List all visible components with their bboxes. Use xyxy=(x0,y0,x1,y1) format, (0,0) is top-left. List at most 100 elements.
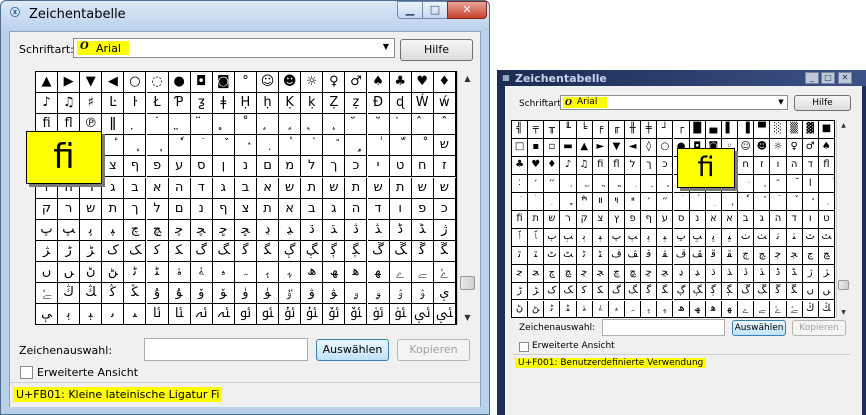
glyph-cell[interactable]: ׳ xyxy=(528,174,545,193)
glyph-cell[interactable]: ﮱ xyxy=(36,283,59,305)
glyph-cell[interactable]: ﮢ xyxy=(124,261,147,283)
glyph-cell[interactable]: Ɖ xyxy=(367,93,390,115)
glyph-cell[interactable]: ḳ xyxy=(301,93,324,115)
glyph-cell[interactable]: ◀ xyxy=(102,72,125,94)
font-dropdown[interactable]: O Arial ▼ xyxy=(560,95,788,110)
glyph-cell[interactable]: ﭖ xyxy=(36,219,59,241)
glyph-cell[interactable]: ﯤ xyxy=(433,283,456,305)
glyph-cell[interactable]: ﮞ xyxy=(802,282,819,301)
glyph-cell[interactable]: ﯟ xyxy=(323,283,346,305)
glyph-cell[interactable]: ▓ xyxy=(802,121,819,139)
glyph-cell[interactable]: ﯩ xyxy=(124,304,147,326)
glyph-cell[interactable]: ﮜ xyxy=(411,240,434,262)
minimize-button[interactable]: ▁ xyxy=(397,1,423,19)
glyph-cell[interactable]: ﮏ xyxy=(124,240,147,262)
glyph-cell[interactable]: ﭠ xyxy=(770,228,787,247)
glyph-cell[interactable]: ﮥ xyxy=(190,261,213,283)
glyph-cell[interactable]: ﮉ xyxy=(411,219,434,241)
glyph-cell[interactable]: ﭙ xyxy=(657,228,674,247)
glyph-cell[interactable]: ״ xyxy=(657,192,674,211)
glyph-cell[interactable]: ־ xyxy=(770,174,787,193)
glyph-cell[interactable]: צ xyxy=(592,210,609,229)
close-button[interactable]: ✕ xyxy=(447,1,487,19)
glyph-cell[interactable]: ﮒ xyxy=(608,282,626,301)
glyph-cell[interactable]: ﬁ xyxy=(592,156,609,175)
glyph-cell[interactable]: ▌ xyxy=(721,121,739,139)
glyph-cell[interactable]: ﮬ xyxy=(345,261,368,283)
glyph-cell[interactable]: ת xyxy=(102,198,125,220)
glyph-cell[interactable]: ▀ xyxy=(754,121,771,139)
glyph-cell[interactable]: ﮋ xyxy=(36,240,59,262)
glyph-cell[interactable]: ש xyxy=(80,198,103,220)
glyph-cell[interactable]: ╙ xyxy=(560,121,577,139)
glyph-cell[interactable]: ♂ xyxy=(345,72,368,94)
glyph-cell[interactable]: ﯣ xyxy=(411,283,434,305)
glyph-cell[interactable]: ז xyxy=(754,156,771,175)
glyph-cell[interactable]: ﮥ xyxy=(592,300,609,319)
glyph-cell[interactable]: ב xyxy=(738,210,755,229)
glyph-cell[interactable]: ﮄ xyxy=(301,219,324,241)
glyph-cell[interactable]: ؙ xyxy=(689,192,706,211)
glyph-cell[interactable]: ♠ xyxy=(367,72,390,94)
glyph-cell[interactable]: ﯓ xyxy=(802,300,819,319)
glyph-cell[interactable]: ﮪ xyxy=(673,300,690,319)
glyph-cell[interactable]: ◄ xyxy=(625,138,642,157)
glyph-cell[interactable]: ֲ xyxy=(592,174,609,193)
glyph-cell[interactable]: Ł xyxy=(146,93,169,115)
glyph-cell[interactable]: ﮤ xyxy=(576,300,593,319)
glyph-cell[interactable]: ﯘ xyxy=(168,283,191,305)
glyph-cell[interactable]: ♥ xyxy=(528,156,545,175)
glyph-cell[interactable]: ﯢ xyxy=(389,283,412,305)
glyph-cell[interactable]: ﮀ xyxy=(212,219,235,241)
glyph-cell[interactable]: ע xyxy=(657,210,674,229)
glyph-cell[interactable]: ׀ xyxy=(802,174,819,193)
glyph-cell[interactable]: ﭗ xyxy=(625,228,642,247)
glyph-cell[interactable]: ט xyxy=(389,156,412,178)
glyph-cell[interactable]: ﭚ xyxy=(673,228,690,247)
glyph-cell[interactable]: ﯡ xyxy=(367,283,390,305)
glyph-cell[interactable]: ﯔ xyxy=(80,283,103,305)
glyph-cell[interactable]: ﭯ xyxy=(689,246,706,265)
glyph-cell[interactable]: ש xyxy=(433,177,456,199)
glyph-cell[interactable]: ♫ xyxy=(576,156,593,175)
glyph-cell[interactable]: ﭙ xyxy=(102,219,125,241)
glyph-cell[interactable]: ﮕ xyxy=(657,282,674,301)
glyph-cell[interactable]: ﮱ xyxy=(786,300,803,319)
glyph-cell[interactable]: ♦ xyxy=(544,156,561,175)
glyph-cell[interactable]: ה xyxy=(770,210,787,229)
glyph-cell[interactable]: ת xyxy=(528,210,545,229)
glyph-cell[interactable]: ה xyxy=(786,156,803,175)
glyph-cell[interactable]: ﮆ xyxy=(738,264,755,283)
glyph-cell[interactable]: ﯦ xyxy=(58,304,81,326)
glyph-cell[interactable]: ▐ xyxy=(738,121,755,139)
glyph-cell[interactable]: ﮘ xyxy=(323,240,346,262)
glyph-cell[interactable]: ﮦ xyxy=(212,261,235,283)
glyph-cell[interactable]: ﭝ xyxy=(721,228,739,247)
glyph-cell[interactable]: ﮡ xyxy=(528,300,545,319)
grid-scrollbar[interactable]: ▲ ▼ xyxy=(457,71,477,325)
glyph-cell[interactable]: ﮃ xyxy=(689,264,706,283)
glyph-cell[interactable]: ﮛ xyxy=(754,282,771,301)
glyph-cell[interactable]: ֿ xyxy=(786,174,803,193)
glyph-cell[interactable]: ﯛ xyxy=(234,283,257,305)
glyph-cell[interactable]: ﮧ xyxy=(625,300,642,319)
glyph-cell[interactable]: ִ xyxy=(625,174,642,193)
glyph-cell[interactable]: ﮟ xyxy=(818,282,835,301)
maximize-button[interactable]: □ xyxy=(821,72,835,84)
glyph-cell[interactable]: ן xyxy=(212,156,235,178)
title-bar-classic[interactable]: ▦ Zeichentabelle _ □ ✕ xyxy=(497,70,866,86)
glyph-cell[interactable]: ף xyxy=(212,198,235,220)
glyph-cell[interactable]: Ƥ xyxy=(168,93,191,115)
glyph-cell[interactable]: ׁ xyxy=(818,174,835,193)
glyph-cell[interactable]: ﬂ xyxy=(608,156,626,175)
glyph-cell[interactable]: ק xyxy=(576,210,593,229)
glyph-cell[interactable]: ﯜ xyxy=(257,283,280,305)
glyph-cell[interactable]: ▪ xyxy=(528,138,545,157)
glyph-cell[interactable]: ■ xyxy=(818,121,835,139)
glyph-cell[interactable]: ٔ xyxy=(102,135,125,157)
glyph-cell[interactable]: ﯧ xyxy=(80,304,103,326)
maximize-button[interactable]: □ xyxy=(422,1,448,19)
glyph-cell[interactable]: ░ xyxy=(770,121,787,139)
glyph-cell[interactable]: ת xyxy=(301,177,324,199)
glyph-cell[interactable]: ﭴ xyxy=(770,246,787,265)
